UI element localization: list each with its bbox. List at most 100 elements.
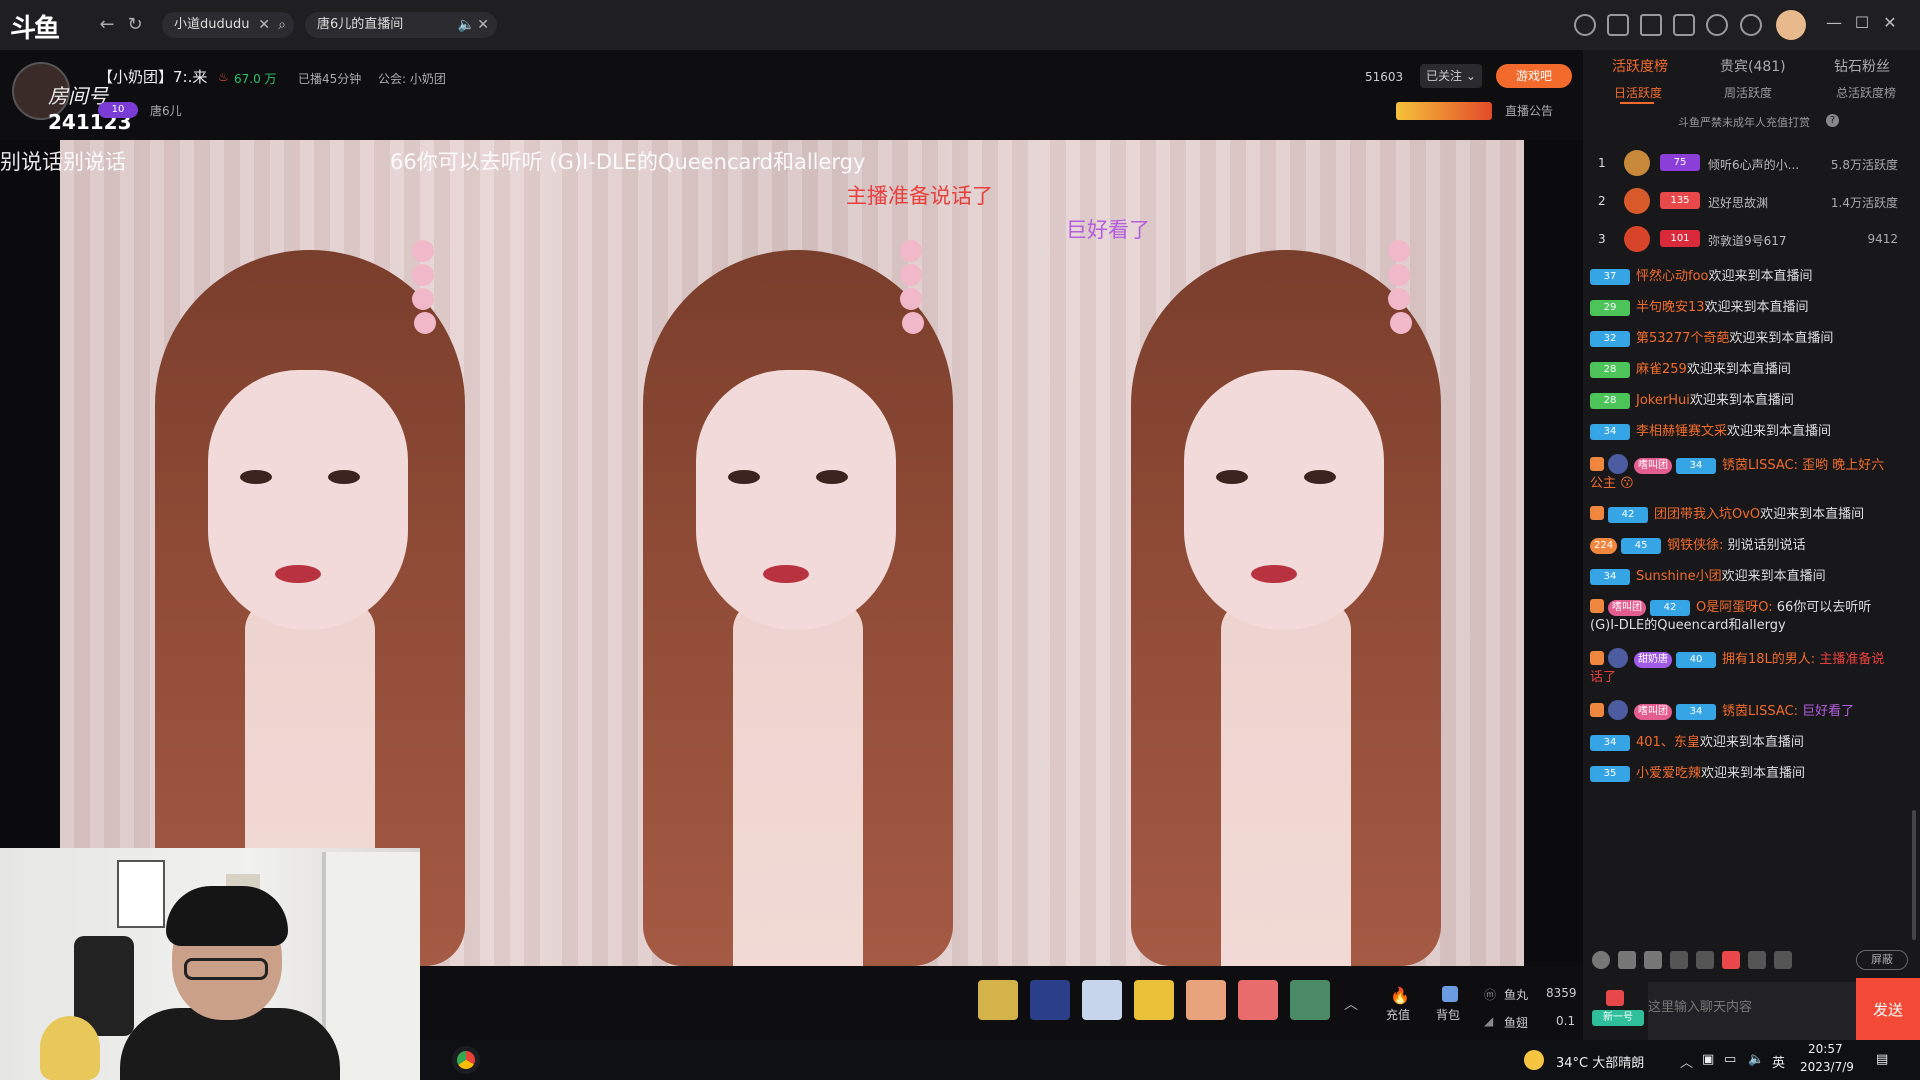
tab-vip[interactable]: 贵宾(481) [1720, 56, 1786, 76]
barrage-icon[interactable] [1774, 951, 1792, 969]
chat-user[interactable]: 钢铁侠徐: [1667, 538, 1723, 553]
live-video[interactable] [60, 140, 1524, 966]
shield-toggle[interactable]: 屏蔽 [1856, 950, 1908, 970]
follow-button[interactable]: 已关注 ⌄ [1420, 64, 1482, 88]
subtab-daily[interactable]: 日活跃度 [1614, 84, 1662, 101]
chat-message: 嗜叫团 42 O是阿蛋呀O: 66你可以去听听 (G)I-DLE的Queencard… [1590, 599, 1890, 635]
gift-item[interactable] [1082, 980, 1122, 1020]
game-button[interactable]: 游戏吧 [1496, 64, 1572, 88]
rank-score: 9412 [1867, 232, 1898, 246]
gift-item[interactable] [978, 980, 1018, 1020]
chat-user[interactable]: JokerHui [1636, 393, 1690, 408]
chat-user[interactable]: 小爱爱吃辣 [1636, 766, 1701, 781]
chat-user[interactable]: 李相赫锤赛文采 [1636, 424, 1727, 439]
tray-app-icon[interactable]: ▣ [1702, 1052, 1714, 1067]
help-icon[interactable]: ? [1826, 114, 1839, 127]
user-level-badge: 28 [1590, 393, 1630, 409]
user-level-badge: 40 [1676, 652, 1716, 668]
chat-messages[interactable]: 37 怦然心动foo欢迎来到本直播间 29 半句晚安13欢迎来到本直播间 32 第53… [1590, 268, 1890, 940]
crown-icon[interactable] [1644, 951, 1662, 969]
notification-icon[interactable]: ▤ [1876, 1052, 1888, 1067]
chat-scrollbar[interactable] [1912, 810, 1916, 940]
chat-message: 34 Sunshine小团欢迎来到本直播间 [1590, 568, 1890, 586]
font-icon[interactable] [1670, 951, 1688, 969]
emoji-icon[interactable] [1592, 951, 1610, 969]
rank-row[interactable]: 3 101 弥敦道9号617 9412 [1598, 224, 1898, 254]
chat-input[interactable]: 这里输入聊天内容 [1648, 982, 1856, 1042]
backpack-icon [1442, 986, 1458, 1002]
chat-user[interactable]: 团团带我入坑OvO [1654, 507, 1760, 522]
mute-icon[interactable]: 🔈 [458, 12, 475, 38]
backpack-button[interactable]: 背包 [1436, 1006, 1460, 1023]
level-promo-banner[interactable] [1396, 102, 1492, 120]
user-avatar[interactable] [1776, 10, 1806, 40]
user-level-badge: 42 [1650, 600, 1690, 616]
volume-icon[interactable]: 🔈 [1748, 1052, 1764, 1067]
chevron-up-icon[interactable]: ︿ [1344, 994, 1358, 1014]
refresh-icon[interactable]: ↻ [124, 14, 146, 36]
settings-icon[interactable] [1740, 14, 1762, 36]
douyu-logo[interactable]: 斗鱼 [10, 8, 74, 44]
noble-card-icon [1606, 990, 1624, 1006]
guild[interactable]: 公会: 小奶团 [378, 70, 446, 87]
chat-user[interactable]: 拥有18L的男人: [1722, 652, 1815, 667]
close-icon[interactable]: ✕ [477, 12, 489, 38]
chat-text: 欢迎来到本直播间 [1721, 569, 1826, 584]
chat-input-placeholder: 这里输入聊天内容 [1648, 1000, 1753, 1015]
subtab-weekly[interactable]: 周活跃度 [1724, 84, 1772, 101]
weather[interactable]: 34°C 大部晴朗 [1556, 1052, 1644, 1071]
calendar-icon[interactable] [1640, 14, 1662, 36]
rank-row[interactable]: 2 135 迟好思故渊 1.4万活跃度 [1598, 186, 1898, 216]
chat-user[interactable]: 麻雀259 [1636, 362, 1687, 377]
subtab-total[interactable]: 总活跃度榜 [1836, 84, 1896, 101]
gift-item[interactable] [1134, 980, 1174, 1020]
search-icon[interactable]: ⌕ [278, 12, 286, 38]
chat-user[interactable]: 锈茵LISSAC: [1722, 704, 1798, 719]
chat-user[interactable]: Sunshine小团 [1636, 569, 1722, 584]
maximize-icon[interactable]: ☐ [1852, 13, 1872, 35]
rank-row[interactable]: 1 75 倾听6心声的小... 5.8万活跃度 [1598, 148, 1898, 178]
gift-item[interactable] [1238, 980, 1278, 1020]
chat-user[interactable]: 半句晚安13 [1636, 300, 1705, 315]
history-icon[interactable] [1574, 14, 1596, 36]
noble-icon [1590, 703, 1604, 717]
tab-diamond-fans[interactable]: 钻石粉丝 [1834, 56, 1890, 76]
streamer-name[interactable]: 唐6儿 [150, 102, 182, 119]
chat-user[interactable]: 401、东皇 [1636, 735, 1700, 750]
network-icon[interactable]: ▭ [1724, 1052, 1736, 1067]
identity-badge[interactable]: 新一号 [1592, 1010, 1644, 1026]
recharge-button[interactable]: 充值 [1386, 1006, 1410, 1023]
close-icon[interactable]: ✕ [258, 12, 270, 38]
announcement-link[interactable]: 直播公告 [1505, 102, 1553, 119]
megaphone-icon[interactable] [1618, 951, 1636, 969]
chat-text: 别说话别说话 [1727, 538, 1806, 553]
tab-xiaodao[interactable]: 小道dududu ✕ ⌕ [162, 12, 294, 38]
shirt-icon[interactable] [1673, 14, 1695, 36]
gift-item[interactable] [1030, 980, 1070, 1020]
message-icon[interactable] [1706, 14, 1728, 36]
send-button[interactable]: 发送 [1856, 978, 1920, 1044]
window-close-icon[interactable]: ✕ [1880, 13, 1900, 35]
chat-user[interactable]: 锈茵LISSAC: [1722, 458, 1798, 473]
super-icon[interactable] [1696, 951, 1714, 969]
chat-user[interactable]: 怦然心动foo [1636, 269, 1708, 284]
chat-user[interactable]: O是阿蛋呀O: [1696, 600, 1773, 615]
room-info-bar [0, 50, 1583, 140]
tray-chevron-icon[interactable]: ︿ [1680, 1052, 1693, 1071]
minimize-icon[interactable]: — [1824, 13, 1844, 35]
rank-level: 135 [1660, 192, 1700, 209]
back-icon[interactable]: ← [96, 14, 118, 36]
gift-item[interactable] [1290, 980, 1330, 1020]
chat-text: 欢迎来到本直播间 [1686, 362, 1791, 377]
chat-user[interactable]: 第53277个奇葩 [1636, 331, 1729, 346]
hot-icon[interactable] [1748, 951, 1766, 969]
chrome-icon[interactable] [452, 1046, 480, 1074]
clock-date[interactable]: 2023/7/9 [1800, 1060, 1854, 1074]
tab-activity-rank[interactable]: 活跃度榜 [1612, 56, 1668, 76]
gift-item[interactable] [1186, 980, 1226, 1020]
ime-indicator[interactable]: 英 [1772, 1052, 1785, 1071]
red-envelope-icon[interactable] [1722, 951, 1740, 969]
clock-time[interactable]: 20:57 [1808, 1042, 1843, 1056]
tab-tang6er[interactable]: 唐6儿的直播间 🔈 ✕ [305, 12, 497, 38]
heart-icon[interactable] [1607, 14, 1629, 36]
